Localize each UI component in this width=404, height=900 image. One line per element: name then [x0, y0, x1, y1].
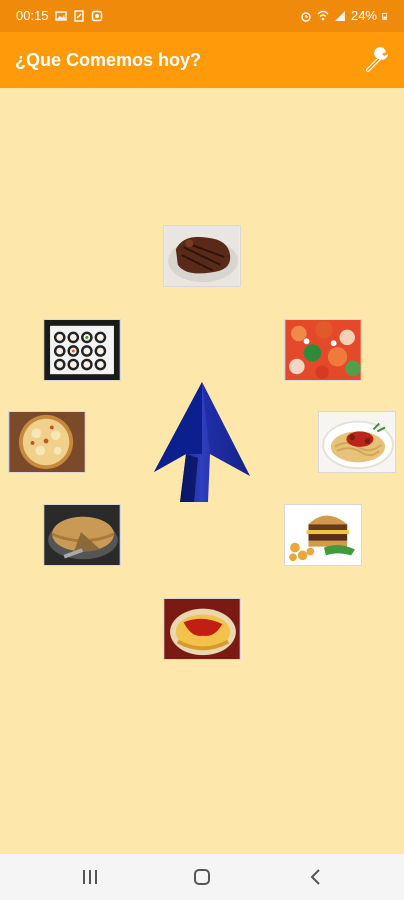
sushi-image — [44, 320, 120, 380]
burger-image — [285, 505, 361, 565]
status-right: 24% — [300, 8, 390, 23]
spaghetti-image — [319, 412, 395, 472]
alarm-icon — [301, 11, 311, 22]
pie-image — [44, 505, 120, 565]
food-burger[interactable] — [284, 504, 362, 566]
wrench-icon[interactable] — [362, 46, 392, 76]
back-icon[interactable] — [304, 866, 328, 888]
food-wheel — [0, 88, 404, 854]
salad-image — [285, 320, 361, 380]
pizza-image — [9, 412, 85, 472]
home-icon[interactable] — [190, 866, 214, 888]
recents-icon[interactable] — [78, 866, 102, 888]
food-pizza[interactable] — [8, 411, 86, 473]
app-notification-icon — [91, 10, 102, 21]
arrow-up-icon[interactable] — [152, 380, 252, 504]
status-time: 00:15 — [16, 8, 49, 23]
wifi-icon — [317, 10, 329, 20]
food-pie[interactable] — [43, 504, 121, 566]
battery-percent: 24% — [350, 8, 377, 23]
food-omelette[interactable] — [163, 598, 241, 660]
gallery-icon — [54, 10, 67, 21]
app-bar: ¿Que Comemos hoy? — [0, 32, 404, 88]
battery-icon — [382, 12, 388, 20]
signal-icon — [334, 10, 345, 21]
omelette-image — [164, 599, 240, 659]
food-salad[interactable] — [284, 319, 362, 381]
food-sushi[interactable] — [43, 319, 121, 381]
status-left: 00:15 — [16, 8, 103, 23]
app-title: ¿Que Comemos hoy? — [15, 50, 202, 70]
data-saver-icon — [73, 9, 84, 22]
navigation-bar — [0, 854, 404, 900]
food-spaghetti[interactable] — [318, 411, 396, 473]
food-steak[interactable] — [163, 225, 241, 287]
steak-image — [164, 226, 240, 286]
status-bar: 00:15 24% — [0, 0, 404, 32]
